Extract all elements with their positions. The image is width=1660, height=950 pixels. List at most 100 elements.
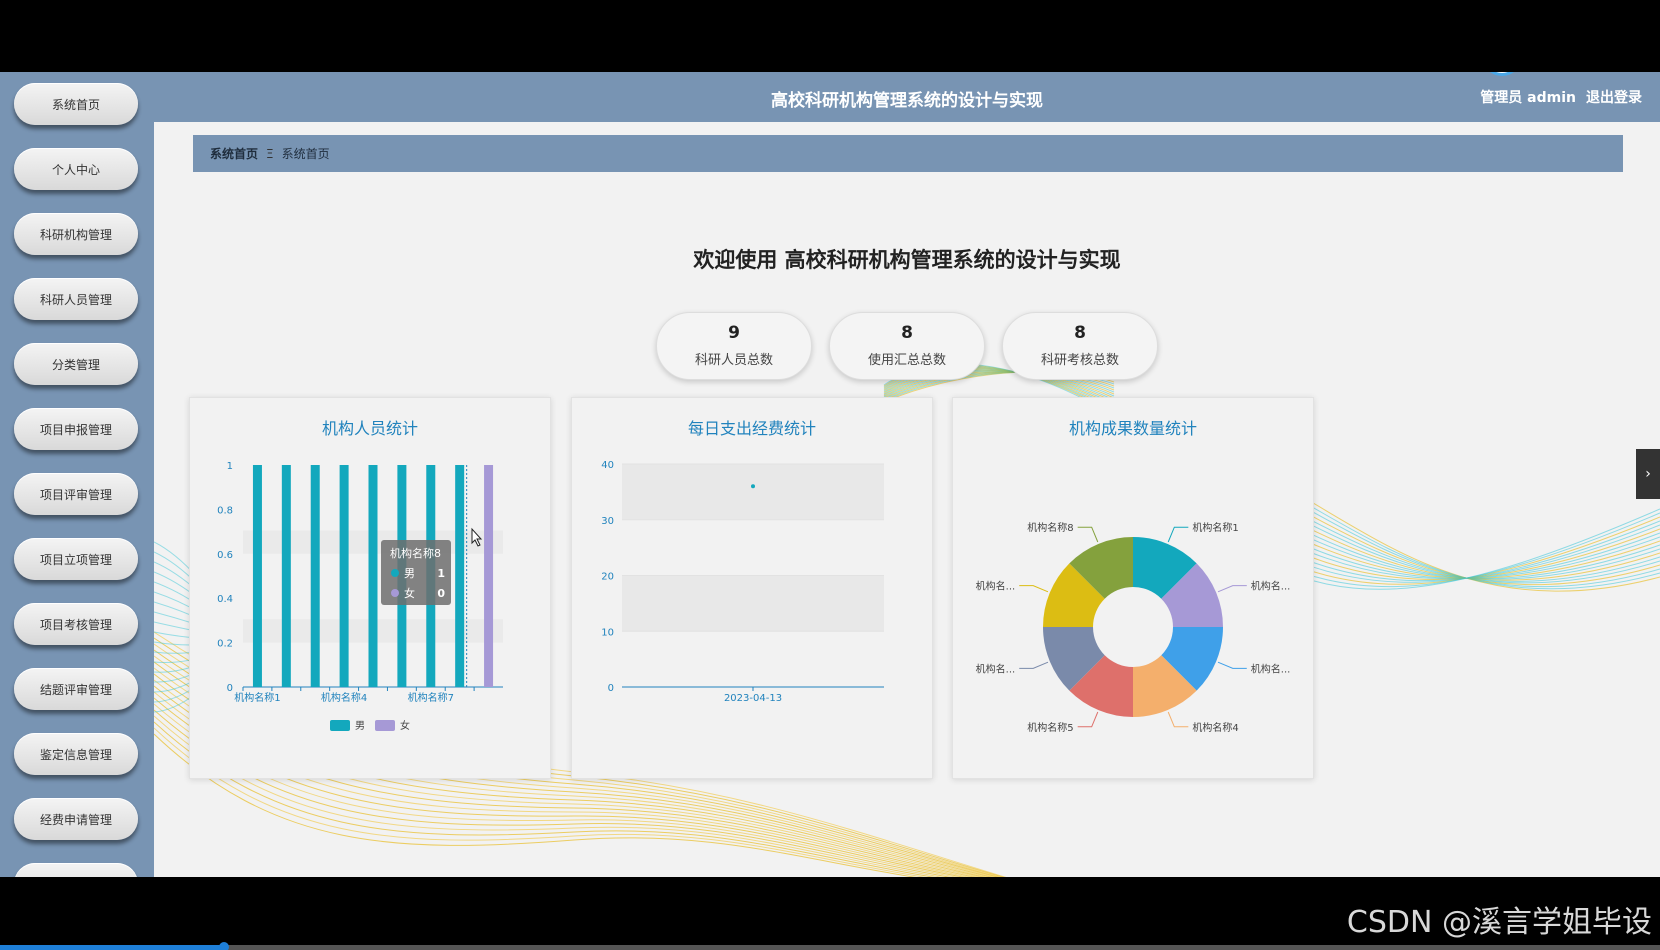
breadcrumb-current: 系统首页 <box>281 147 330 161</box>
tooltip-marker <box>391 589 399 597</box>
pie-label: 机构名称8 <box>1027 521 1073 534</box>
chart-title: 每日支出经费统计 <box>687 419 816 438</box>
x-tick-label: 2023-04-13 <box>724 693 782 704</box>
screen: 系统首页 个人中心 科研机构管理 科研人员管理 分类管理 项目申报管理 项目评审管理 项目立项… <box>0 0 1660 950</box>
video-progress-bar[interactable] <box>0 942 1660 950</box>
breadcrumb-home[interactable]: 系统首页 <box>210 145 258 162</box>
chart-panel-personnel: 0 0.2 0.4 0.6 0.8 1 机构名称1 机构名称4 机构名称7 机构名称8 男 1 女 0 男女… <box>189 397 551 779</box>
y-tick-label: 0.2 <box>217 639 233 650</box>
chevron-right-icon: › <box>1645 466 1651 482</box>
tooltip-series-name: 男 <box>404 567 415 580</box>
legend-label: 女 <box>400 719 410 732</box>
stat-value: 8 <box>901 323 913 343</box>
legend-swatch <box>330 720 350 731</box>
welcome-heading: 欢迎使用 高校科研机构管理系统的设计与实现 <box>693 248 1121 272</box>
y-tick-label: 10 <box>601 627 614 638</box>
watermark: CSDN @溪言学姐毕设 <box>1346 905 1652 940</box>
y-tick-label: 0 <box>608 683 614 694</box>
drawer-toggle-button[interactable]: › <box>1636 449 1660 499</box>
legend-label: 男 <box>355 720 365 732</box>
stat-label: 使用汇总总数 <box>867 353 946 368</box>
bar-男-1 <box>281 465 291 687</box>
sidebar-item-8[interactable]: 项目考核管理 <box>14 603 138 645</box>
pie-label-line <box>1077 711 1099 728</box>
y-tick-label: 30 <box>601 516 614 527</box>
pie-label-line <box>1167 526 1189 543</box>
user-area: 管理员 admin 退出登录 <box>1480 87 1642 107</box>
logout-link[interactable]: 退出登录 <box>1586 87 1642 107</box>
sidebar-item-3[interactable]: 科研人员管理 <box>14 278 138 320</box>
scatter-chart: 0 10 20 30 40 2023-04-13 <box>601 460 884 704</box>
bar-男-2 <box>310 465 320 687</box>
y-tick-label: 0.6 <box>217 550 233 561</box>
pie-chart: 机构名称1 机构名... 机构名... 机构名称4 机构名称5 机构名... 机构名... 机… <box>976 521 1291 734</box>
sidebar-item-10[interactable]: 鉴定信息管理 <box>14 733 138 775</box>
bar-女-8 <box>484 465 494 687</box>
scatter-point <box>751 484 755 489</box>
grid-band <box>622 464 884 520</box>
legend-swatch <box>375 720 395 731</box>
video-progress-handle[interactable] <box>219 942 230 950</box>
bar-男-4 <box>368 465 378 687</box>
bar-男-7 <box>455 465 465 687</box>
breadcrumb-separator: Ξ <box>266 146 274 161</box>
tooltip-value: 0 <box>437 587 445 600</box>
stat-value: 9 <box>728 323 740 343</box>
sidebar-item-12[interactable] <box>14 863 138 877</box>
sidebar-item-5[interactable]: 项目申报管理 <box>14 408 138 450</box>
x-tick-label: 机构名称4 <box>321 691 367 704</box>
bar-男-3 <box>339 465 349 687</box>
pie-label: 机构名... <box>1251 662 1291 675</box>
bar-男-0 <box>252 465 262 687</box>
pie-label-line <box>1217 585 1247 593</box>
tooltip-title: 机构名称8 <box>390 546 441 560</box>
chart-panel-achievements: 机构名称1 机构名... 机构名... 机构名称4 机构名称5 机构名... 机构名... 机… <box>952 397 1314 779</box>
sidebar-item-2[interactable]: 科研机构管理 <box>14 213 138 255</box>
sidebar-item-6[interactable]: 项目评审管理 <box>14 473 138 515</box>
stat-label: 科研考核总数 <box>1040 353 1119 368</box>
pie-label: 机构名... <box>1251 580 1291 593</box>
user-label: 管理员 admin <box>1480 90 1576 106</box>
bar-chart: 00.20.40.60.81机构名称1 机构名称4 机构名称7机构名称8男 1女 0男女 <box>217 461 503 732</box>
y-tick-label: 20 <box>601 572 614 583</box>
pie-label: 机构名称1 <box>1192 521 1238 534</box>
y-tick-label: 1 <box>227 461 233 472</box>
avatar[interactable] <box>1482 72 1522 76</box>
sidebar-item-9[interactable]: 结题评审管理 <box>14 668 138 710</box>
sidebar-item-0[interactable]: 系统首页 <box>14 83 138 125</box>
stat-value: 8 <box>1074 323 1086 343</box>
sidebar-item-11[interactable]: 经费申请管理 <box>14 798 138 840</box>
header: 高校科研机构管理系统的设计与实现 管理员 admin 退出登录 <box>154 72 1660 122</box>
pie-label: 机构名... <box>976 580 1016 593</box>
y-tick-label: 40 <box>601 460 614 471</box>
tooltip-value: 1 <box>437 567 445 580</box>
sidebar: 系统首页个人中心科研机构管理 科研人员管理 分类管理项目申报管理 项目评审管理 项目立项… <box>0 72 154 877</box>
sidebar-item-7[interactable]: 项目立项管理 <box>14 538 138 580</box>
chart-title: 机构人员统计 <box>321 419 418 438</box>
pie-label-line <box>1167 711 1189 728</box>
app-window: 系统首页 个人中心 科研机构管理 科研人员管理 分类管理 项目申报管理 项目评审管理 项目立项… <box>0 72 1660 877</box>
grid-band <box>622 575 884 632</box>
chart-title: 机构成果数量统计 <box>1068 419 1197 438</box>
pie-label: 机构名称5 <box>1027 721 1073 734</box>
pie-label: 机构名... <box>976 662 1016 675</box>
pie-label-line <box>1019 585 1049 593</box>
pie-label-line <box>1077 526 1099 543</box>
stat-label: 科研人员总数 <box>694 353 773 368</box>
sidebar-item-4[interactable]: 分类管理 <box>14 343 138 385</box>
pie-label: 机构名称4 <box>1192 721 1238 734</box>
y-tick-label: 0 <box>227 683 233 694</box>
breadcrumb: 系统首页 Ξ 系统首页 <box>193 135 1623 172</box>
pie-label-line <box>1217 661 1247 669</box>
stat-card-researchers: 9 科研人员总数 <box>656 312 812 380</box>
stat-card-usage: 8 使用汇总总数 <box>829 312 985 380</box>
sidebar-item-1[interactable]: 个人中心 <box>14 148 138 190</box>
chart-panel-expenses: 0 10 20 30 40 2023-04-13 每日支出经费统计 <box>571 397 933 779</box>
stat-card-assessments: 8 科研考核总数 <box>1002 312 1158 380</box>
x-tick-label: 机构名称7 <box>408 691 454 704</box>
tooltip-series-name: 女 <box>404 586 415 600</box>
x-tick-label: 机构名称1 <box>234 691 280 704</box>
y-tick-label: 0.4 <box>217 594 233 605</box>
app-title: 高校科研机构管理系统的设计与实现 <box>771 91 1043 111</box>
y-tick-label: 0.8 <box>217 505 233 516</box>
